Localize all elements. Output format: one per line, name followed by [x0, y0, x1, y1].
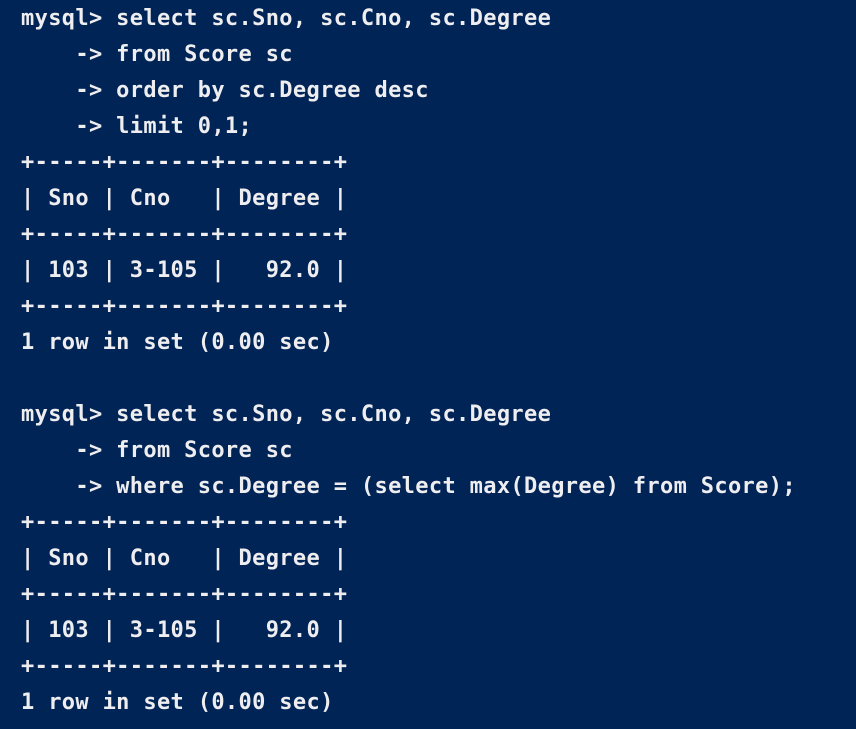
result-summary: 1 row in set (0.00 sec) — [21, 690, 334, 715]
table-border-top: +-----+-------+--------+ — [21, 510, 348, 535]
continuation-line-where: -> where sc.Degree = (select max(Degree)… — [21, 474, 796, 499]
prompt-line-query-1: mysql> select sc.Sno, sc.Cno, sc.Degree — [21, 6, 552, 31]
table-header-row: | Sno | Cno | Degree | — [21, 186, 348, 211]
table-border-bottom: +-----+-------+--------+ — [21, 654, 348, 679]
continuation-line-from: -> from Score sc — [21, 438, 293, 463]
terminal-window[interactable]: mysql> select sc.Sno, sc.Cno, sc.Degree … — [0, 0, 856, 729]
table-data-row: | 103 | 3-105 | 92.0 | — [21, 258, 348, 283]
result-summary: 1 row in set (0.00 sec) — [21, 330, 334, 355]
table-border-header: +-----+-------+--------+ — [21, 222, 348, 247]
prompt-line-query-2: mysql> select sc.Sno, sc.Cno, sc.Degree — [21, 402, 552, 427]
continuation-line-from: -> from Score sc — [21, 42, 293, 67]
table-border-bottom: +-----+-------+--------+ — [21, 294, 348, 319]
continuation-line-limit: -> limit 0,1; — [21, 114, 253, 139]
continuation-line-order-by: -> order by sc.Degree desc — [21, 78, 429, 103]
table-data-row: | 103 | 3-105 | 92.0 | — [21, 618, 348, 643]
table-border-header: +-----+-------+--------+ — [21, 582, 348, 607]
table-header-row: | Sno | Cno | Degree | — [21, 546, 348, 571]
table-border-top: +-----+-------+--------+ — [21, 150, 348, 175]
